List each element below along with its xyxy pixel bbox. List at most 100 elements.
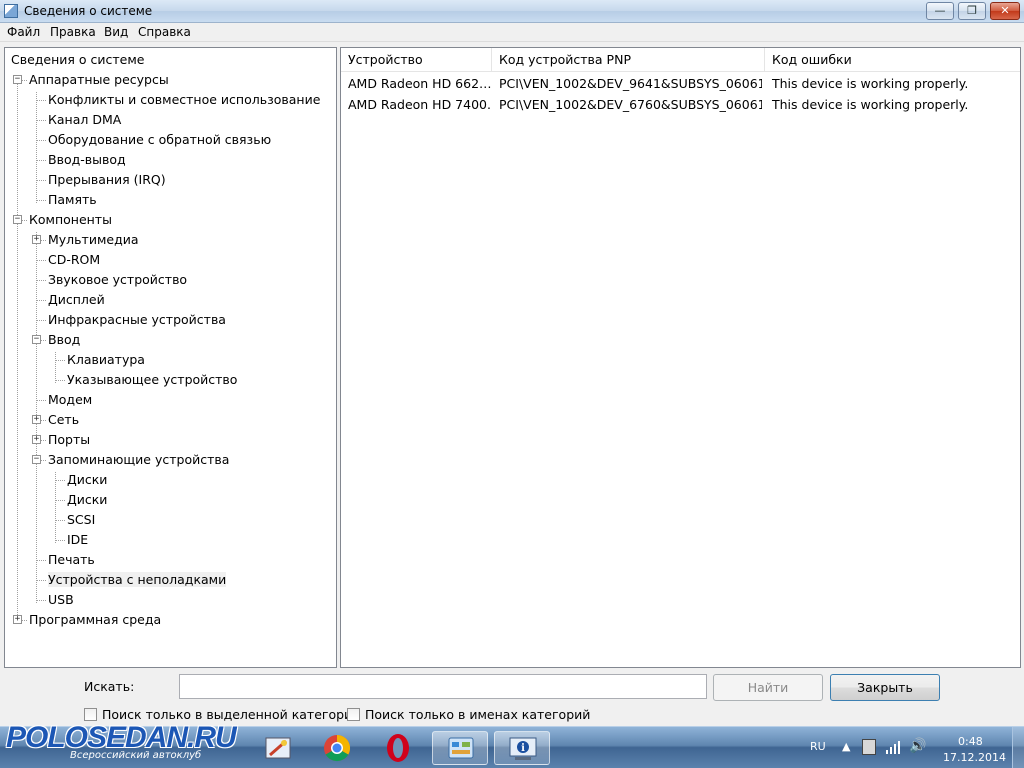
tree-connector xyxy=(55,520,65,521)
column-device[interactable]: Устройство xyxy=(341,48,492,72)
tree-item[interactable]: Конфликты и совместное использование xyxy=(48,90,320,110)
tree-item[interactable]: Диски xyxy=(67,490,107,510)
show-hidden-icons-icon[interactable]: ▲ xyxy=(842,740,850,753)
svg-text:i: i xyxy=(521,743,525,754)
tree-item-label: Ввод xyxy=(48,332,81,347)
clock-time[interactable]: 0:48 xyxy=(958,735,983,748)
tree-item-label: Клавиатура xyxy=(67,352,145,367)
search-input[interactable] xyxy=(179,674,707,699)
tree-connector xyxy=(36,180,46,181)
tree-item[interactable]: Порты xyxy=(48,430,90,450)
tree-item[interactable]: Ввод-вывод xyxy=(48,150,126,170)
chrome-icon[interactable] xyxy=(309,731,365,765)
checkbox-box[interactable] xyxy=(84,708,97,721)
collapse-icon[interactable]: − xyxy=(13,215,22,224)
tree-item[interactable]: Звуковое устройство xyxy=(48,270,187,290)
volume-icon[interactable]: 🔊 xyxy=(909,738,926,754)
tree-item[interactable]: Ввод xyxy=(48,330,80,350)
tree-item[interactable]: Мультимедиа xyxy=(48,230,139,250)
find-button[interactable]: Найти xyxy=(713,674,823,701)
action-center-icon[interactable] xyxy=(862,739,876,755)
minimize-button[interactable]: — xyxy=(926,2,954,20)
tree-item[interactable]: Указывающее устройство xyxy=(67,370,237,390)
language-indicator[interactable]: RU xyxy=(810,740,826,753)
tree-item-label: Компоненты xyxy=(29,212,112,227)
tree-item-label: USB xyxy=(48,592,74,607)
expand-icon[interactable]: + xyxy=(32,235,41,244)
close-button[interactable]: Закрыть xyxy=(830,674,940,701)
network-icon[interactable] xyxy=(884,739,902,755)
tree-item[interactable]: IDE xyxy=(67,530,88,550)
tree-connector xyxy=(36,160,46,161)
tree-connector xyxy=(36,600,46,601)
system-info-app-icon xyxy=(4,4,18,18)
tree-item[interactable]: Модем xyxy=(48,390,92,410)
close-window-button[interactable]: ✕ xyxy=(990,2,1020,20)
tree-connector xyxy=(36,120,46,121)
menu-help[interactable]: Справка xyxy=(138,25,191,39)
tree-connector xyxy=(36,280,46,281)
tree-item[interactable]: Прерывания (IRQ) xyxy=(48,170,166,190)
tree-item[interactable]: Диски xyxy=(67,470,107,490)
tree-item-label: IDE xyxy=(67,532,89,547)
tree-item[interactable]: Компоненты xyxy=(29,210,112,230)
tree-item[interactable]: Сеть xyxy=(48,410,79,430)
table-row[interactable]: AMD Radeon HD 7400... PCI\VEN_1002&DEV_6… xyxy=(341,94,1020,115)
tree-item-label: Программная среда xyxy=(29,612,162,627)
system-info-icon[interactable]: i xyxy=(494,731,550,765)
tree-connector xyxy=(36,140,46,141)
table-row[interactable]: AMD Radeon HD 6620G PCI\VEN_1002&DEV_964… xyxy=(341,73,1020,94)
details-list[interactable]: Устройство Код устройства PNP Код ошибки… xyxy=(340,47,1021,668)
maximize-button[interactable]: ❐ xyxy=(958,2,986,20)
tree-item[interactable]: USB xyxy=(48,590,74,610)
paint-app-icon[interactable] xyxy=(250,731,306,765)
expand-icon[interactable]: + xyxy=(32,415,41,424)
category-tree[interactable]: Сведения о системе Аппаратные ресурсы − Кон… xyxy=(4,47,337,668)
menu-edit[interactable]: Правка xyxy=(50,25,96,39)
tree-connector xyxy=(55,380,65,381)
tree-item[interactable]: Оборудование с обратной связью xyxy=(48,130,271,150)
collapse-icon[interactable]: − xyxy=(32,335,41,344)
tree-item[interactable]: SCSI xyxy=(67,510,95,530)
tree-item-label: Сеть xyxy=(48,412,80,427)
tree-item-label: Устройства с неполадками xyxy=(48,572,227,587)
watermark-subtitle: Всероссийский автоклуб xyxy=(70,750,202,761)
expand-icon[interactable]: + xyxy=(13,615,22,624)
tree-item[interactable]: CD-ROM xyxy=(48,250,100,270)
expand-icon[interactable]: + xyxy=(32,435,41,444)
opera-icon[interactable] xyxy=(370,731,426,765)
menu-file[interactable]: Файл xyxy=(7,25,40,39)
column-error-code[interactable]: Код ошибки xyxy=(765,48,1020,72)
search-category-names-checkbox[interactable]: Поиск только в именах категорий xyxy=(347,707,590,723)
collapse-icon[interactable]: − xyxy=(13,75,22,84)
title-bar: Сведения о системе — ❐ ✕ xyxy=(0,0,1024,23)
tree-item[interactable]: Память xyxy=(48,190,97,210)
collapse-icon[interactable]: − xyxy=(32,455,41,464)
tree-connector xyxy=(55,360,65,361)
tree-item[interactable]: Запоминающие устройства xyxy=(48,450,229,470)
tree-item[interactable]: Инфракрасные устройства xyxy=(48,310,226,330)
column-pnp-code[interactable]: Код устройства PNP xyxy=(492,48,765,72)
tree-item-label: Память xyxy=(48,192,97,207)
menu-view[interactable]: Вид xyxy=(104,25,128,39)
menu-bar: Файл Правка Вид Справка xyxy=(0,23,1024,42)
tree-connector xyxy=(55,480,65,481)
error-cell: This device is working properly. xyxy=(772,97,969,112)
tree-item[interactable]: Канал DMA xyxy=(48,110,121,130)
tree-item[interactable]: Сведения о системе xyxy=(11,50,145,70)
control-panel-icon[interactable] xyxy=(432,731,488,765)
checkbox-box[interactable] xyxy=(347,708,360,721)
tree-item[interactable]: Программная среда xyxy=(29,610,161,630)
tree-item-label: Прерывания (IRQ) xyxy=(48,172,166,187)
tree-item-label: SCSI xyxy=(67,512,96,527)
tree-item[interactable]: Клавиатура xyxy=(67,350,145,370)
tree-item[interactable]: Устройства с неполадками xyxy=(48,570,227,590)
tree-item[interactable]: Печать xyxy=(48,550,95,570)
tree-item[interactable]: Аппаратные ресурсы xyxy=(29,70,169,90)
clock-date[interactable]: 17.12.2014 xyxy=(943,751,1006,764)
tree-item-label: Указывающее устройство xyxy=(67,372,238,387)
show-desktop-button[interactable] xyxy=(1012,727,1024,768)
tree-item[interactable]: Дисплей xyxy=(48,290,105,310)
tree-connector xyxy=(36,100,46,101)
error-cell: This device is working properly. xyxy=(772,76,969,91)
